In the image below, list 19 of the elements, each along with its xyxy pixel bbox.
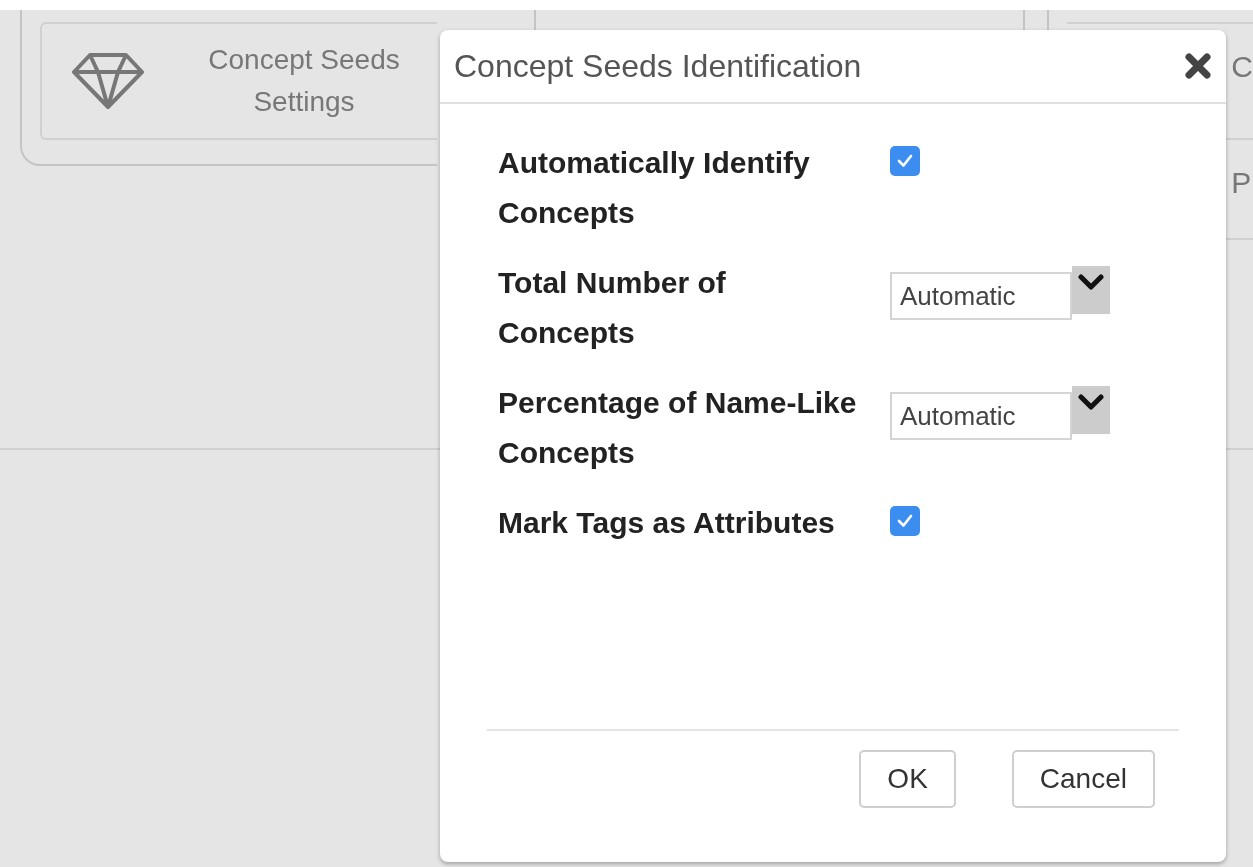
settings-tile[interactable]: Concept Seeds Settings — [40, 22, 437, 140]
close-icon — [1184, 52, 1212, 80]
checkbox[interactable] — [890, 506, 920, 536]
option-label: Automatically Identify Concepts — [498, 145, 811, 231]
dropdown-button[interactable] — [1072, 386, 1110, 434]
dialog-button[interactable]: Cancel — [1011, 750, 1155, 808]
dropdown-field[interactable]: Automatic — [890, 272, 1072, 320]
chevron-down-icon — [1078, 394, 1104, 412]
dropdown-field[interactable]: Automatic — [890, 392, 1072, 440]
option-label: Percentage of Name-Like Concepts — [498, 385, 858, 471]
option-label: Total Number of Concepts — [498, 265, 727, 351]
dropdown-button[interactable] — [1072, 266, 1110, 314]
checkbox[interactable] — [890, 146, 920, 176]
option-label: Mark Tags as Attributes — [498, 505, 836, 541]
dialog-title: Concept Seeds Identification — [454, 47, 862, 86]
chevron-down-icon — [1078, 274, 1104, 292]
dialog-button[interactable]: OK — [859, 750, 956, 808]
diamond-icon — [72, 52, 144, 110]
tile-label: Concept Seeds Settings — [207, 43, 401, 119]
